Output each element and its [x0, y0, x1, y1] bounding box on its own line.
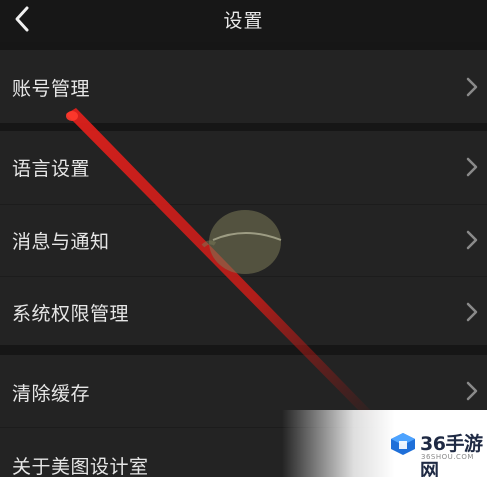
menu-item-label: 清除缓存	[12, 383, 91, 405]
menu-item-language[interactable]: 语言设置	[0, 131, 487, 204]
menu-item-permissions[interactable]: 系统权限管理	[0, 277, 487, 345]
cube-logo-icon	[391, 433, 415, 455]
settings-screen: 设置 账号管理 语言设置 消息与通知 系统权限管理 清除缓存 关于美图设计室 3…	[0, 0, 487, 477]
chevron-right-icon	[466, 381, 478, 401]
menu-item-label: 语言设置	[12, 158, 91, 180]
menu-item-label: 关于美图设计室	[12, 456, 149, 477]
menu-item-account[interactable]: 账号管理	[0, 50, 487, 123]
page-title: 设置	[223, 10, 264, 32]
menu-item-notifications[interactable]: 消息与通知	[0, 205, 487, 276]
header-bar: 设置	[0, 0, 487, 42]
chevron-right-icon	[466, 157, 478, 177]
menu-item-label: 消息与通知	[12, 231, 110, 253]
chevron-right-icon	[466, 230, 478, 250]
menu-item-clear-cache[interactable]: 清除缓存	[0, 355, 487, 427]
menu-item-label: 账号管理	[12, 78, 91, 100]
chevron-right-icon	[466, 302, 478, 322]
menu-item-label: 系统权限管理	[12, 303, 130, 325]
brand-domain: 36SHOU.COM	[421, 453, 474, 461]
chevron-right-icon	[466, 77, 478, 97]
